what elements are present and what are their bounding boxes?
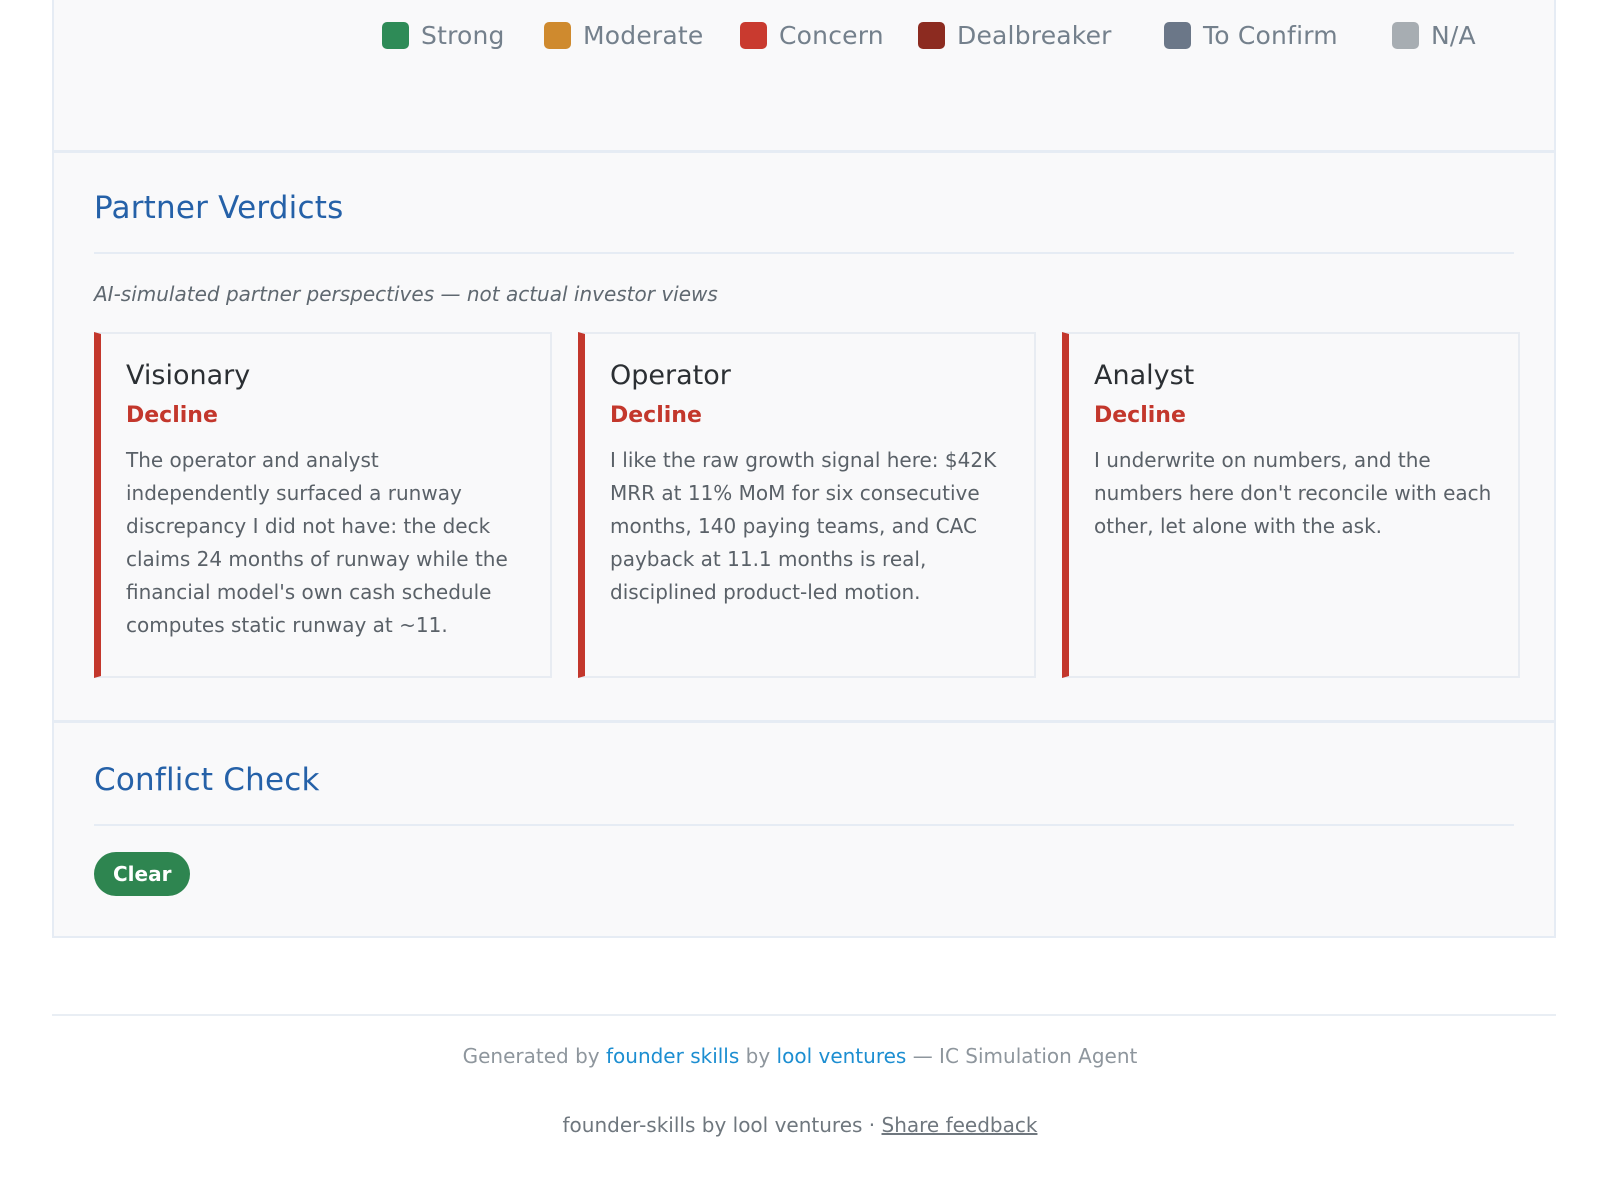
conflict-check-section: Conflict Check Clear — [94, 762, 1514, 912]
partner-role: Visionary — [126, 360, 251, 391]
legend-item-dealbreaker: Dealbreaker — [918, 18, 1112, 52]
legend-label: Strong — [421, 20, 505, 50]
legend-swatch-to-confirm — [1164, 21, 1191, 49]
founder-skills-link[interactable]: founder skills — [606, 1044, 739, 1068]
verdict-card-analyst: Analyst Decline I underwrite on numbers,… — [1062, 332, 1520, 678]
legend-label: To Confirm — [1203, 20, 1338, 50]
legend-item-to-confirm: To Confirm — [1164, 18, 1338, 52]
section-divider — [94, 252, 1514, 254]
legend-swatch-na — [1392, 21, 1419, 49]
footer-divider — [52, 1014, 1556, 1016]
legend-swatch-strong — [382, 21, 409, 49]
disclaimer-note: AI-simulated partner perspectives — not … — [94, 282, 718, 306]
section-separator — [54, 720, 1554, 723]
legend-label: Concern — [779, 20, 884, 50]
legend: Strong Moderate Concern Dealbreaker To C… — [382, 18, 1504, 52]
report-panel: Strong Moderate Concern Dealbreaker To C… — [52, 0, 1556, 938]
partner-role: Operator — [610, 360, 731, 391]
legend-label: Dealbreaker — [957, 20, 1112, 50]
legend-swatch-moderate — [544, 21, 571, 49]
verdict-cards: Visionary Decline The operator and analy… — [94, 332, 1520, 678]
credit-text: founder-skills by lool ventures · — [562, 1113, 876, 1137]
verdict-card-operator: Operator Decline I like the raw growth s… — [578, 332, 1036, 678]
generated-by-line: Generated by founder skills by lool vent… — [0, 1044, 1600, 1068]
section-divider — [94, 824, 1514, 826]
legend-swatch-concern — [740, 21, 767, 49]
section-title-conflict-check: Conflict Check — [94, 762, 320, 798]
legend-label: Moderate — [583, 20, 704, 50]
generated-mid: by — [745, 1044, 771, 1068]
partner-verdict: Decline — [126, 403, 218, 428]
legend-item-na: N/A — [1392, 18, 1476, 52]
partner-verdict: Decline — [1094, 403, 1186, 428]
partner-role: Analyst — [1094, 360, 1195, 391]
legend-item-moderate: Moderate — [544, 18, 704, 52]
generated-suffix: — IC Simulation Agent — [912, 1044, 1138, 1068]
partner-rationale: I underwrite on numbers, and the numbers… — [1094, 448, 1492, 538]
lool-ventures-link[interactable]: lool ventures — [777, 1044, 907, 1068]
legend-item-strong: Strong — [382, 18, 505, 52]
section-title-partner-verdicts: Partner Verdicts — [94, 190, 344, 226]
legend-band: Strong Moderate Concern Dealbreaker To C… — [54, 0, 1554, 153]
verdict-card-visionary: Visionary Decline The operator and analy… — [94, 332, 552, 678]
partner-rationale: The operator and analyst independently s… — [126, 448, 508, 637]
generated-prefix: Generated by — [462, 1044, 600, 1068]
credit-line: founder-skills by lool ventures · Share … — [0, 1113, 1600, 1137]
partner-verdicts-section: Partner Verdicts AI-simulated partner pe… — [94, 190, 1520, 710]
share-feedback-link[interactable]: Share feedback — [882, 1113, 1038, 1137]
legend-swatch-dealbreaker — [918, 21, 945, 49]
partner-verdict: Decline — [610, 403, 702, 428]
conflict-status-badge: Clear — [94, 852, 191, 896]
legend-label: N/A — [1431, 20, 1476, 50]
legend-item-concern: Concern — [740, 18, 884, 52]
partner-rationale: I like the raw growth signal here: $42K … — [610, 448, 997, 604]
